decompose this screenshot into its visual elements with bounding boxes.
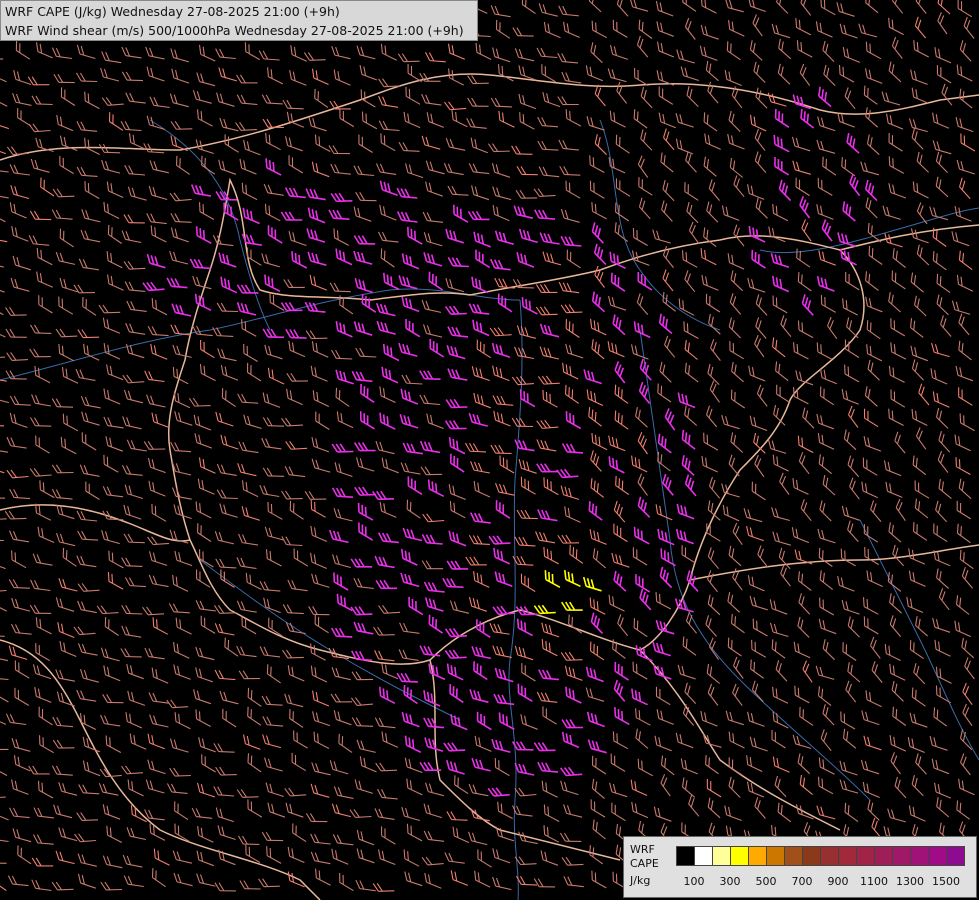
legend-swatch: [928, 846, 947, 866]
legend-tick-label: 1500: [932, 875, 960, 888]
legend-swatch: [946, 846, 965, 866]
cape-legend: WRF CAPE J/kg 100 300 500 700 900 1100 1300 150…: [623, 836, 977, 898]
legend-swatch: [838, 846, 857, 866]
legend-tick-label: 1300: [896, 875, 924, 888]
legend-label-wrf: WRF: [630, 843, 655, 856]
legend-swatch: [712, 846, 731, 866]
legend-swatch: [892, 846, 911, 866]
legend-swatch: [766, 846, 785, 866]
legend-tick-label: 100: [683, 875, 705, 888]
legend-label-unit: J/kg: [630, 874, 651, 887]
title-wind-shear: WRF Wind shear (m/s) 500/1000hPa Wednesd…: [5, 23, 464, 38]
legend-swatch: [910, 846, 929, 866]
legend-label-cape: CAPE: [630, 857, 659, 870]
legend-swatch: [820, 846, 839, 866]
legend-swatch: [856, 846, 875, 866]
legend-swatch: [784, 846, 803, 866]
title-box: WRF CAPE (J/kg) Wednesday 27-08-2025 21:…: [0, 0, 478, 41]
legend-tick-label: 300: [719, 875, 741, 888]
legend-tick-label: 500: [755, 875, 777, 888]
legend-swatch: [748, 846, 767, 866]
legend-swatch: [676, 846, 695, 866]
legend-swatch: [874, 846, 893, 866]
title-cape: WRF CAPE (J/kg) Wednesday 27-08-2025 21:…: [5, 4, 340, 19]
legend-tick-label: 1100: [860, 875, 888, 888]
legend-swatch: [730, 846, 749, 866]
legend-swatch: [802, 846, 821, 866]
legend-swatch: [694, 846, 713, 866]
legend-tick-label: 700: [791, 875, 813, 888]
legend-tick-label: 900: [827, 875, 849, 888]
map-canvas: [0, 0, 979, 900]
